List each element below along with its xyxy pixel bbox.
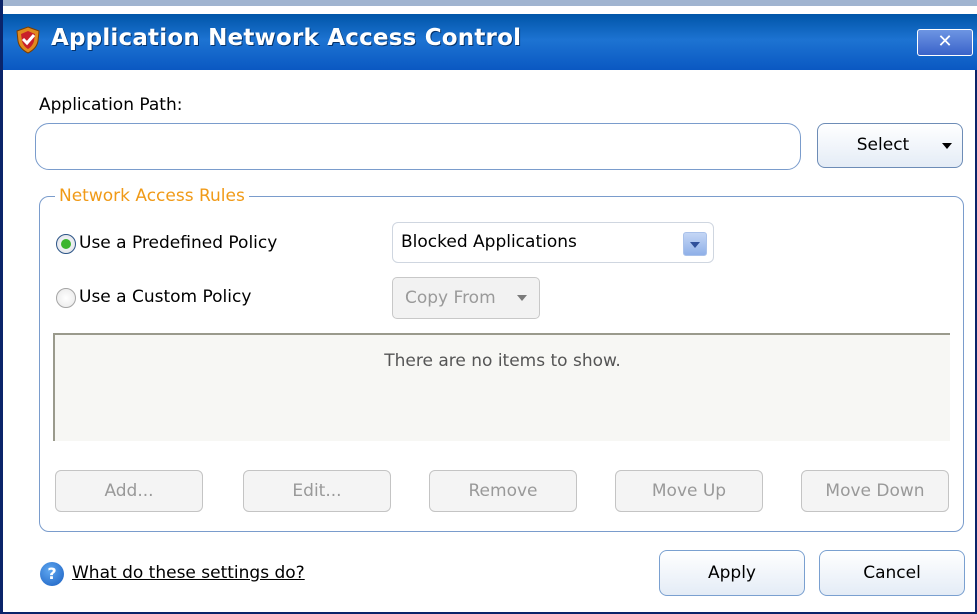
network-access-rules-title: Network Access Rules — [55, 186, 249, 206]
chevron-down-icon — [517, 295, 527, 301]
move-down-button[interactable]: Move Down — [801, 470, 949, 512]
custom-policy-radio[interactable] — [56, 288, 76, 308]
cancel-button[interactable]: Cancel — [819, 550, 965, 596]
move-up-button[interactable]: Move Up — [615, 470, 763, 512]
predefined-policy-dropdown[interactable]: Blocked Applications — [392, 222, 714, 263]
edit-button[interactable]: Edit... — [243, 470, 391, 512]
predefined-policy-label[interactable]: Use a Predefined Policy — [79, 233, 277, 253]
question-icon[interactable]: ? — [40, 562, 64, 586]
copy-from-button[interactable]: Copy From — [392, 277, 540, 319]
dialog-window: Application Network Access Control ✕ App… — [0, 0, 977, 614]
select-button-label: Select — [856, 135, 910, 155]
help-link[interactable]: What do these settings do? — [72, 563, 305, 583]
remove-button[interactable]: Remove — [429, 470, 577, 512]
add-button[interactable]: Add... — [55, 470, 203, 512]
application-path-label: Application Path: — [39, 95, 183, 115]
application-path-input[interactable] — [35, 123, 801, 170]
dropdown-button[interactable] — [683, 232, 707, 256]
title-bar[interactable]: Application Network Access Control ✕ — [3, 0, 977, 70]
chevron-down-icon — [690, 242, 700, 248]
chevron-down-icon — [942, 143, 952, 149]
shield-icon — [16, 26, 40, 54]
close-button[interactable]: ✕ — [917, 29, 973, 56]
close-icon: ✕ — [937, 31, 953, 52]
predefined-policy-value: Blocked Applications — [401, 232, 577, 252]
select-button[interactable]: Select — [817, 123, 963, 168]
window-title: Application Network Access Control — [51, 25, 522, 51]
empty-list-message: There are no items to show. — [384, 351, 621, 371]
rules-list[interactable]: There are no items to show. — [53, 333, 950, 441]
predefined-policy-radio[interactable] — [56, 234, 76, 254]
apply-button[interactable]: Apply — [659, 550, 805, 596]
custom-policy-label[interactable]: Use a Custom Policy — [79, 287, 251, 307]
copy-from-label: Copy From — [405, 288, 496, 308]
